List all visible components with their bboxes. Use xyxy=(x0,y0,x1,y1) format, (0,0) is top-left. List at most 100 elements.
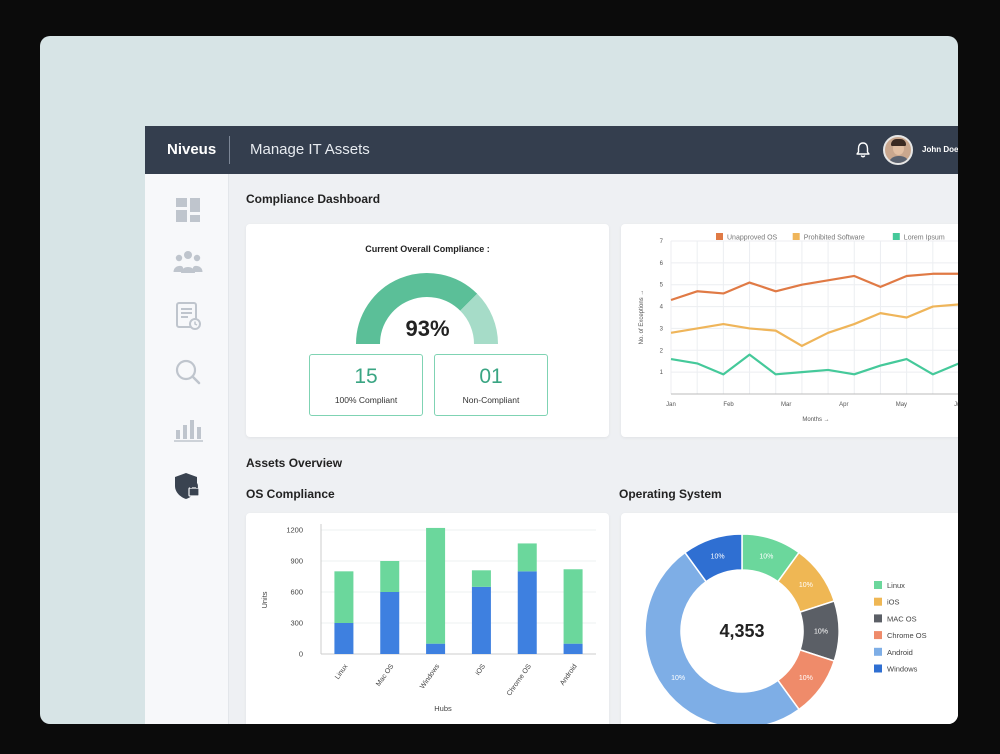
legend-swatch xyxy=(874,614,882,623)
compliance-gauge-card: Current Overall Compliance : 93% 15 100%… xyxy=(246,224,609,437)
legend-label: Android xyxy=(887,648,913,657)
bar-segment xyxy=(334,571,354,623)
legend-label: MAC OS xyxy=(887,614,917,623)
x-axis-label: Hubs xyxy=(434,704,452,713)
assets-overview-heading: Assets Overview xyxy=(246,456,343,470)
os-compliance-bar-chart: 0 300 600 900 1200 Linux Mac OS Windows iOS Chrom… xyxy=(260,524,596,713)
non-compliant-stat-box[interactable]: 01 Non-Compliant xyxy=(434,354,548,416)
compliant-count: 15 xyxy=(354,365,378,388)
brand-logo[interactable]: Niveus xyxy=(167,141,216,158)
y-tick-label: 6 xyxy=(660,261,664,267)
legend-swatch xyxy=(792,233,800,240)
legend-swatch xyxy=(874,647,882,656)
series-line xyxy=(670,272,958,302)
x-tick-label: Android xyxy=(559,663,579,687)
donut-slice-label: 10% xyxy=(671,675,685,682)
x-tick-label: iOS xyxy=(475,663,488,677)
bar-segment xyxy=(563,643,583,654)
gauge-value: 93% xyxy=(405,316,450,341)
dashboard-icon[interactable] xyxy=(172,194,204,226)
x-tick-label: Feb xyxy=(723,402,734,408)
os-compliance-bar-chart-card: 0 300 600 900 1200 Linux Mac OS Windows iOS Chrom… xyxy=(246,513,609,724)
legend-swatch xyxy=(874,581,882,589)
y-tick-label: 600 xyxy=(290,588,303,597)
exceptions-line-chart: 1 2 3 4 5 6 7 Jan Feb Mar Apr May Jun Months → No. of … xyxy=(639,233,958,423)
operating-system-donut-card: 10% 10% 10% 10% 10% 10% 4,353 Linux iOS MAC OS Chr… xyxy=(621,513,958,724)
compliant-stat-box[interactable]: 15 100% Compliant xyxy=(309,354,423,416)
legend-swatch xyxy=(874,631,882,640)
operating-system-heading: Operating System xyxy=(619,487,722,501)
sidebar xyxy=(145,174,229,724)
legend-label: Chrome OS xyxy=(887,631,927,640)
legend-swatch xyxy=(874,597,882,606)
app-title: Manage IT Assets xyxy=(250,141,370,158)
app-window: Niveus Manage IT Assets John Doe Complia… xyxy=(145,126,958,724)
legend-label: Unapproved OS xyxy=(727,235,778,242)
top-bar: Niveus Manage IT Assets John Doe xyxy=(145,126,958,174)
bar-segment xyxy=(380,592,400,654)
x-tick-label: Windows xyxy=(419,663,441,691)
donut-slice-label: 10% xyxy=(799,582,813,589)
shield-lock-icon[interactable] xyxy=(172,470,204,502)
legend-label: Windows xyxy=(887,665,918,674)
legend-label: iOS xyxy=(887,598,900,607)
x-tick-label: Jun xyxy=(954,402,958,408)
operating-system-donut-chart: 10% 10% 10% 10% 10% 10% 4,353 Linux iOS MAC OS Chr… xyxy=(644,533,927,724)
legend-label: Lorem Ipsum xyxy=(904,235,945,242)
bar-segment xyxy=(563,569,583,644)
legend-label: Prohibited Software xyxy=(804,235,865,242)
bar-segment xyxy=(426,643,446,654)
exceptions-line-chart-card: 1 2 3 4 5 6 7 Jan Feb Mar Apr May Jun Months → No. of … xyxy=(621,224,958,437)
screenshot-frame: Niveus Manage IT Assets John Doe Complia… xyxy=(40,36,958,724)
y-tick-label: 2 xyxy=(660,348,664,354)
bell-icon[interactable] xyxy=(853,140,873,160)
y-tick-label: 900 xyxy=(290,557,303,566)
x-tick-label: Jan xyxy=(666,402,676,408)
donut-center-total: 4,353 xyxy=(719,621,764,641)
x-tick-label: May xyxy=(896,402,907,408)
topbar-divider xyxy=(229,136,230,164)
y-tick-label: 0 xyxy=(299,650,303,659)
bar-segment xyxy=(471,570,491,587)
donut-slice-label: 10% xyxy=(759,553,773,560)
series-line xyxy=(670,303,958,348)
bar-segment xyxy=(517,571,537,654)
y-tick-label: 1 xyxy=(660,370,664,376)
donut-slice-label: 10% xyxy=(799,675,813,682)
series-line xyxy=(670,353,958,376)
x-axis-label: Months → xyxy=(802,417,829,423)
bar-segment xyxy=(471,586,491,654)
compliance-dashboard-heading: Compliance Dashboard xyxy=(246,192,381,206)
x-tick-label: Chrome OS xyxy=(506,663,533,698)
document-clock-icon[interactable] xyxy=(172,300,204,332)
legend-swatch xyxy=(716,233,723,240)
y-tick-label: 1200 xyxy=(286,526,303,535)
x-tick-label: Mac OS xyxy=(375,663,395,688)
x-tick-label: Apr xyxy=(839,402,848,408)
compliant-label: 100% Compliant xyxy=(334,395,398,405)
x-tick-label: Mar xyxy=(781,402,791,408)
bar-segment xyxy=(380,561,400,592)
y-tick-label: 3 xyxy=(660,326,664,332)
avatar[interactable] xyxy=(883,135,913,165)
donut-slice-label: 10% xyxy=(711,553,725,560)
os-compliance-heading: OS Compliance xyxy=(246,487,335,501)
x-tick-label: Linux xyxy=(334,663,350,681)
bar-segment xyxy=(426,527,446,644)
y-tick-label: 7 xyxy=(660,239,664,245)
non-compliant-count: 01 xyxy=(479,365,503,388)
user-name[interactable]: John Doe xyxy=(922,145,958,154)
y-tick-label: 4 xyxy=(660,305,664,311)
search-icon[interactable] xyxy=(172,356,204,388)
bar-segment xyxy=(517,543,537,572)
y-axis-label: No. of Exceptions → xyxy=(639,290,645,345)
legend-swatch xyxy=(874,664,882,673)
legend-swatch xyxy=(892,233,900,240)
bar-chart-icon[interactable] xyxy=(172,412,204,444)
legend-label: Linux xyxy=(887,581,905,590)
y-tick-label: 300 xyxy=(290,619,303,628)
y-tick-label: 5 xyxy=(660,283,664,289)
y-axis-label: Units xyxy=(260,591,269,608)
users-icon[interactable] xyxy=(172,246,204,278)
bar-segment xyxy=(334,623,354,654)
